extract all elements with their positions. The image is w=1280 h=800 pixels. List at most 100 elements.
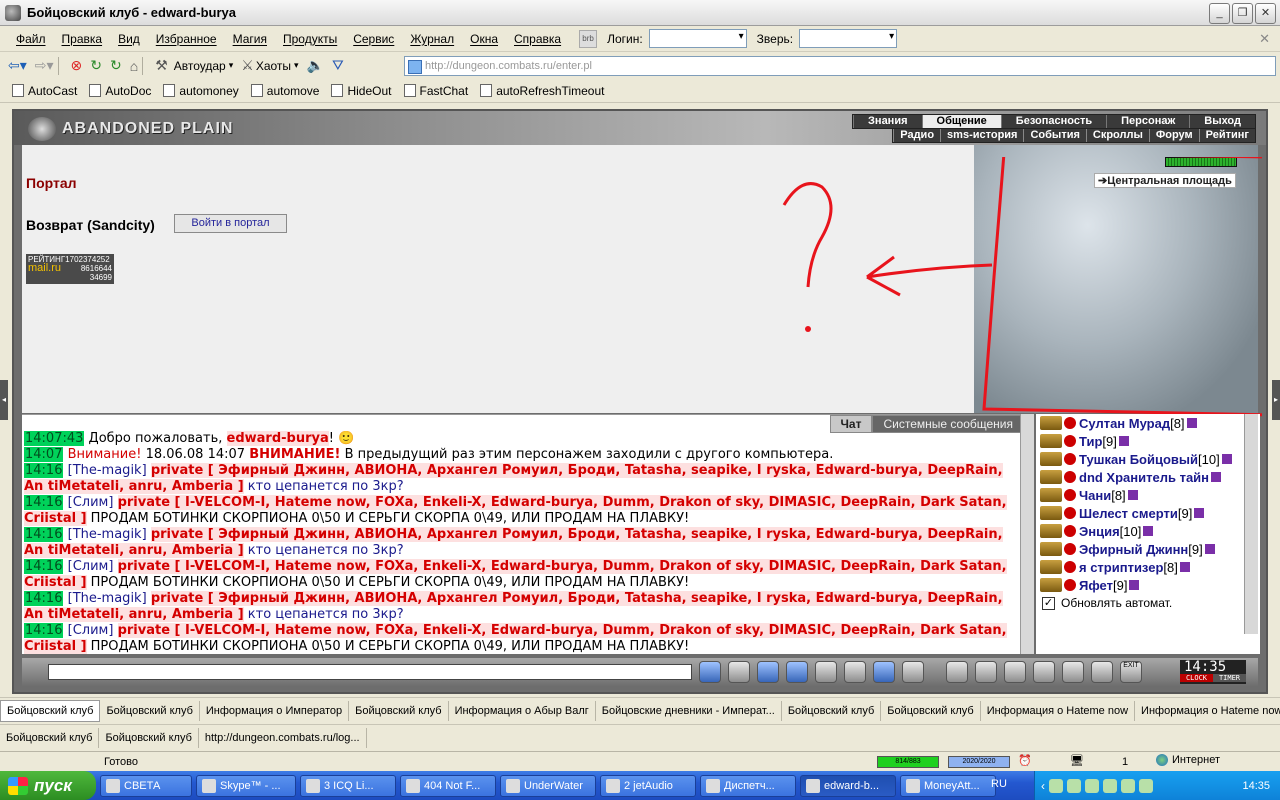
subnav-forum[interactable]: Форум [1148, 129, 1199, 142]
online-user[interactable]: dnd Хранитель тайн [1036, 468, 1260, 486]
info-icon[interactable] [1204, 544, 1215, 554]
location-label[interactable]: ➔Центральная площадь [1094, 173, 1236, 188]
sound-icon[interactable]: 🔈 [307, 57, 324, 74]
page-tab[interactable]: Информация о Hateme now [1135, 701, 1280, 721]
refresh-icon[interactable]: ↻ [90, 57, 102, 74]
shop-icon[interactable] [1062, 661, 1084, 683]
page-tab[interactable]: Бойцовские дневники - Императ... [596, 700, 782, 721]
address-bar[interactable]: http://dungeon.combats.ru/enter.pl [404, 56, 1276, 76]
nav-character[interactable]: Персонаж [1106, 115, 1189, 128]
tray-icon[interactable] [1049, 778, 1063, 793]
private-message-icon[interactable] [1040, 542, 1062, 556]
page-tab[interactable]: Информация о Hateme now [981, 700, 1136, 721]
tray-icon[interactable] [1103, 778, 1117, 793]
online-user[interactable]: Султан Мурад [8] [1036, 414, 1260, 432]
link-hideout[interactable]: HideOut [331, 84, 392, 98]
chevron-down-icon[interactable]: ▾ [294, 60, 299, 71]
menu-edit[interactable]: Правка [54, 32, 111, 46]
nav-communication[interactable]: Общение [921, 115, 1001, 128]
exit-icon[interactable]: EXIT [1120, 661, 1142, 683]
tray-icon[interactable] [1067, 778, 1081, 793]
info-icon[interactable] [1127, 490, 1138, 500]
private-message-icon[interactable] [1040, 470, 1062, 484]
subnav-events[interactable]: События [1023, 129, 1085, 142]
tray-icon[interactable] [1139, 778, 1153, 793]
info-icon[interactable] [1118, 436, 1129, 446]
enter-portal-button[interactable]: Войти в портал [174, 214, 287, 233]
character-icon[interactable] [946, 661, 968, 683]
haoty-icon[interactable]: ⚔ [241, 57, 254, 74]
private-message-icon[interactable] [1040, 560, 1062, 574]
login-select[interactable] [648, 29, 747, 48]
brb-icon[interactable]: brb [579, 29, 598, 48]
save-icon[interactable] [786, 661, 808, 683]
chat-input[interactable] [48, 664, 692, 680]
taskbar-task[interactable]: СВЕТА [100, 774, 192, 797]
private-message-icon[interactable] [1040, 524, 1062, 538]
close-button[interactable]: ✕ [1255, 3, 1276, 24]
page-tab[interactable]: Бойцовский клуб [782, 700, 882, 721]
tray-icon[interactable] [1121, 778, 1135, 793]
tools-icon[interactable]: ⚒ [155, 57, 168, 74]
menu-help[interactable]: Справка [506, 32, 569, 46]
filter-icon[interactable]: ⛛ [332, 57, 344, 74]
menu-close-icon[interactable]: ✕ [1259, 31, 1270, 47]
back-icon[interactable]: ⇦▾ [8, 57, 27, 74]
online-user[interactable]: Эфирный Джинн [9] [1036, 540, 1260, 558]
page-tab[interactable]: Бойцовский клуб [100, 700, 200, 721]
link-fastchat[interactable]: FastChat [403, 84, 468, 98]
online-user[interactable]: Тир [9] [1036, 432, 1260, 450]
language-indicator[interactable]: RU [991, 778, 1007, 790]
online-user[interactable]: Яфет [9] [1036, 576, 1260, 594]
menu-service[interactable]: Сервис [345, 32, 402, 46]
subnav-rating[interactable]: Рейтинг [1198, 129, 1255, 142]
quest-icon[interactable] [975, 661, 997, 683]
tray-icon[interactable] [1085, 778, 1099, 793]
chat-nick[interactable]: The-magik [73, 591, 142, 606]
autoudar-button[interactable]: Автоудар [174, 59, 226, 73]
flag-icon[interactable] [1091, 661, 1113, 683]
send-icon[interactable] [699, 661, 721, 683]
taskbar-task[interactable]: Диспетч... [700, 774, 796, 797]
chat-scrollbar[interactable] [1020, 414, 1034, 654]
private-message-icon[interactable] [1040, 416, 1062, 430]
right-panel-toggle[interactable]: ▸ [1272, 380, 1280, 420]
link-autodoc[interactable]: AutoDoc [89, 84, 151, 98]
subnav-scrolls[interactable]: Скроллы [1085, 129, 1149, 142]
forward-icon[interactable]: ⇨▾ [35, 57, 54, 74]
minimize-button[interactable]: _ [1209, 3, 1230, 24]
page-tab[interactable]: Информация о Император [200, 700, 350, 721]
menu-favorites[interactable]: Избранное [148, 32, 225, 46]
timer-icon[interactable]: ⏰ [1018, 754, 1032, 767]
fighter-icon[interactable] [815, 661, 837, 683]
link-autorefreshtimeout[interactable]: autoRefreshTimeout [480, 84, 604, 98]
chat-nick[interactable]: The-magik [73, 527, 142, 542]
smiley-icon[interactable] [902, 661, 924, 683]
menu-view[interactable]: Вид [110, 32, 148, 46]
info-icon[interactable] [1129, 580, 1140, 590]
mail-counter[interactable]: РЕЙТИНГ1702374252 mail.ru 8616644 34699 [26, 254, 114, 284]
translit-icon[interactable] [844, 661, 866, 683]
eraser-icon[interactable] [728, 661, 750, 683]
private-message-icon[interactable] [1040, 488, 1062, 502]
online-user[interactable]: Шелест смерти [9] [1036, 504, 1260, 522]
info-icon[interactable] [1221, 454, 1232, 464]
private-message-icon[interactable] [1040, 578, 1062, 592]
maximize-button[interactable]: ❐ [1232, 3, 1253, 24]
link-automoney[interactable]: automoney [163, 84, 239, 98]
auto-update[interactable]: ✓ Обновлять автомат. [1042, 596, 1260, 610]
filter-icon[interactable] [757, 661, 779, 683]
online-scrollbar[interactable] [1244, 414, 1258, 634]
haoty-button[interactable]: Хаоты [256, 59, 291, 73]
menu-journal[interactable]: Журнал [402, 32, 462, 46]
music-icon[interactable] [873, 661, 895, 683]
left-panel-toggle[interactable]: ◂ [0, 380, 8, 420]
taskbar-task[interactable]: edward-b... [800, 774, 896, 797]
subnav-radio[interactable]: Радио [893, 129, 940, 142]
auto-update-checkbox[interactable]: ✓ [1042, 596, 1055, 610]
info-icon[interactable] [1211, 472, 1222, 482]
stop-icon[interactable]: ⊗ [71, 57, 83, 74]
page-tab[interactable]: Бойцовский клуб [349, 700, 449, 721]
taskbar-task[interactable]: UnderWater [500, 774, 596, 797]
bag-icon[interactable] [1004, 661, 1026, 683]
